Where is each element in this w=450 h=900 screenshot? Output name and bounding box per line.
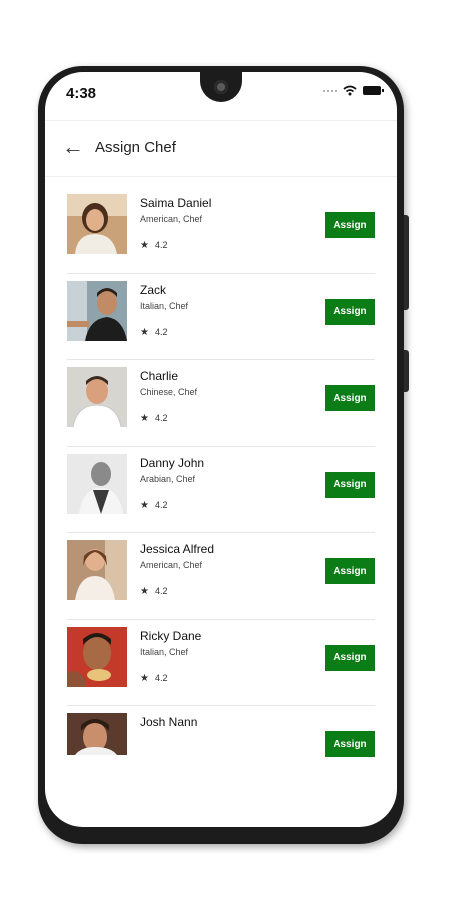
star-icon: ★ <box>140 586 149 597</box>
chef-rating: ★ 4.2 <box>140 500 167 511</box>
rating-value: 4.2 <box>154 413 168 423</box>
chef-list: Saima Daniel American, Chef ★ 4.2 Assign … <box>67 187 375 792</box>
assign-button[interactable]: Assign <box>325 298 375 325</box>
chef-name: Charlie <box>140 369 179 383</box>
page-title: Assign Chef <box>95 139 176 156</box>
star-icon: ★ <box>140 672 149 684</box>
rating-value: 4.2 <box>154 326 168 337</box>
chef-photo <box>67 453 127 514</box>
assign-button[interactable]: Assign <box>325 471 375 498</box>
chef-photo <box>67 713 127 755</box>
chef-photo <box>67 540 127 600</box>
battery-icon <box>363 86 384 95</box>
chef-row: Jessica Alfred American, Chef ★ 4.2 Assig… <box>67 533 375 620</box>
app-header: ← Assign Chef <box>45 120 397 177</box>
chef-row: Ricky Dane Italian, Chef ★ 4.2 Assign <box>67 620 375 706</box>
assign-button[interactable]: Assign <box>325 212 375 238</box>
chef-row: Saima Daniel American, Chef ★ 4.2 Assign <box>67 187 375 274</box>
power-button <box>404 215 409 310</box>
chef-cuisine: American, Chef <box>140 560 203 570</box>
assign-button[interactable]: Assign <box>325 731 375 757</box>
chef-row: Zack Italian, Chef ★ 4.2 Assign <box>67 274 375 360</box>
status-time: 4:38 <box>66 85 97 102</box>
camera-icon <box>214 80 228 94</box>
chef-name: Saima Daniel <box>140 196 212 210</box>
chef-cuisine: Italian, Chef <box>140 646 189 657</box>
signal-dots-icon <box>323 89 337 92</box>
volume-button <box>404 350 409 392</box>
assign-button[interactable]: Assign <box>325 558 375 584</box>
back-arrow-icon[interactable]: ← <box>62 136 84 158</box>
chef-rating: ★ 4.2 <box>140 413 167 424</box>
chef-cuisine: Italian, Chef <box>140 300 189 311</box>
chef-cuisine: American, Chef <box>140 214 203 224</box>
rating-value: 4.2 <box>154 672 168 683</box>
chef-rating: ★ 4.2 <box>140 240 167 251</box>
chef-row: Josh Nann Assign <box>67 706 375 792</box>
chef-rating: ★ 4.2 <box>140 673 167 684</box>
wifi-icon <box>343 85 357 96</box>
rating-value: 4.2 <box>154 240 168 250</box>
chef-name: Josh Nann <box>140 715 198 729</box>
chef-cuisine: Arabian, Chef <box>140 473 196 484</box>
chef-photo <box>67 367 127 427</box>
chef-rating: ★ 4.2 <box>140 586 167 597</box>
chef-photo <box>67 626 127 687</box>
star-icon: ★ <box>140 240 149 251</box>
chef-name: Danny John <box>140 455 205 470</box>
rating-value: 4.2 <box>154 586 168 596</box>
chef-name: Ricky Dane <box>140 628 202 643</box>
star-icon: ★ <box>140 499 149 511</box>
chef-cuisine: Chinese, Chef <box>140 387 198 397</box>
assign-button[interactable]: Assign <box>325 385 375 411</box>
chef-rating: ★ 4.2 <box>140 327 167 338</box>
rating-value: 4.2 <box>154 499 168 510</box>
chef-photo <box>67 280 127 341</box>
star-icon: ★ <box>140 326 149 338</box>
chef-name: Jessica Alfred <box>140 542 215 556</box>
chef-photo <box>67 194 127 254</box>
app-screen: 4:38 ← Assign Chef Saima Daniel American… <box>45 72 397 827</box>
chef-row: Charlie Chinese, Chef ★ 4.2 Assign <box>67 360 375 447</box>
camera-notch <box>200 72 242 102</box>
chef-name: Zack <box>140 282 167 297</box>
assign-button[interactable]: Assign <box>325 644 375 671</box>
chef-row: Danny John Arabian, Chef ★ 4.2 Assign <box>67 447 375 533</box>
star-icon: ★ <box>140 413 149 424</box>
status-icons <box>323 85 384 96</box>
